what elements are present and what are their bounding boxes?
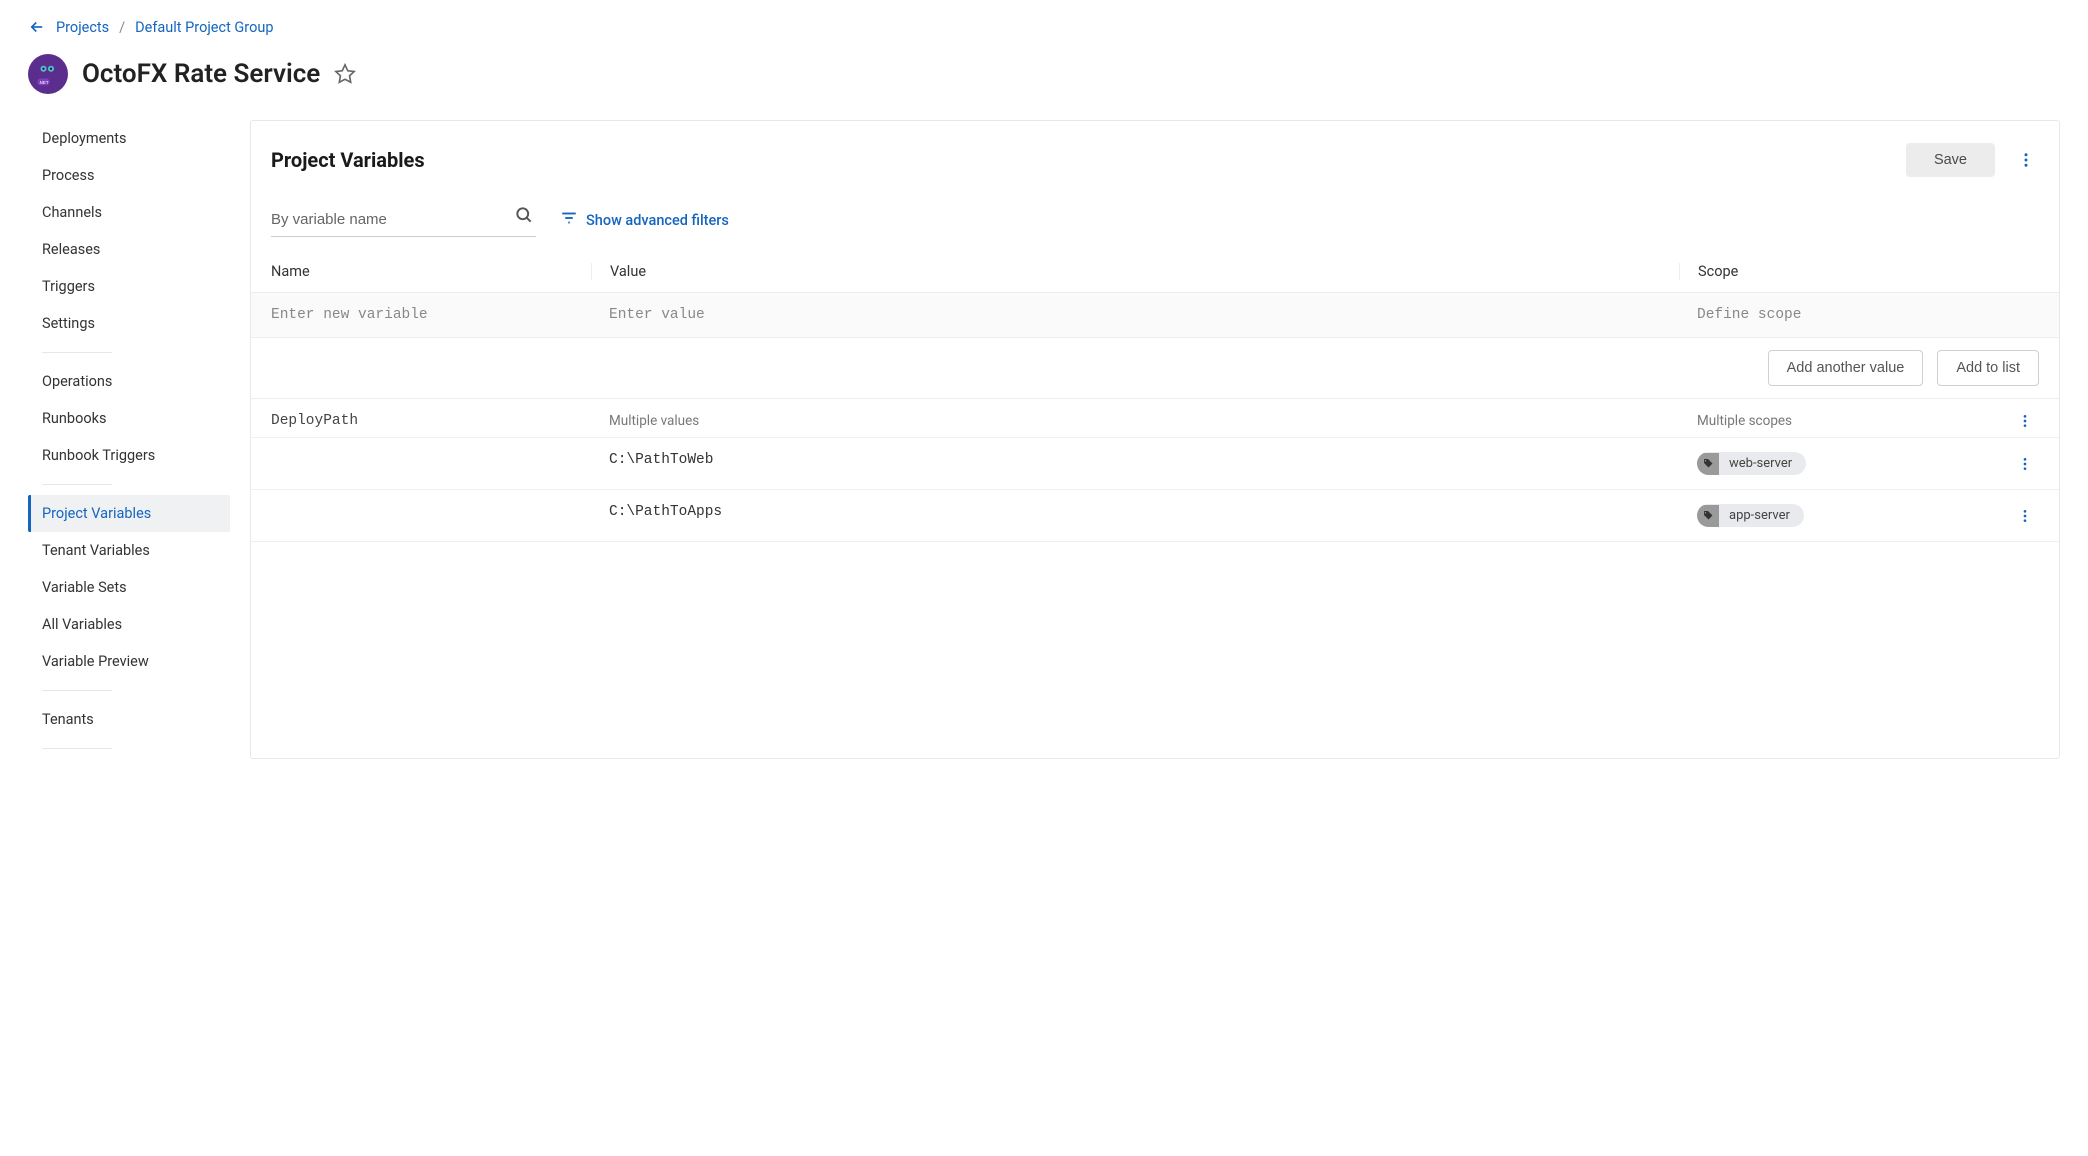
new-variable-value-input[interactable]: Enter value [591,307,1679,323]
add-another-value-button[interactable]: Add another value [1768,350,1924,386]
variable-values-summary: Multiple values [591,413,1679,429]
favorite-star-button[interactable] [334,63,356,85]
advanced-filters-label: Show advanced filters [586,212,729,229]
scope-chip-label: web-server [1719,452,1806,475]
breadcrumb-group[interactable]: Default Project Group [135,19,273,36]
sidebar-item-variable-preview[interactable]: Variable Preview [28,643,230,680]
search-icon[interactable] [514,205,534,229]
page-title: OctoFX Rate Service [82,59,320,89]
sidebar-item-deployments[interactable]: Deployments [28,120,230,157]
variable-scopes-summary: Multiple scopes [1697,413,1792,429]
sidebar-item-process[interactable]: Process [28,157,230,194]
column-header-scope: Scope [1679,263,2039,280]
new-variable-scope-input[interactable]: Define scope [1679,307,2039,323]
sidebar-divider [42,484,112,485]
sidebar-item-channels[interactable]: Channels [28,194,230,231]
variable-block: DeployPath Multiple values Multiple scop… [251,399,2059,542]
scope-chip[interactable]: web-server [1697,452,1806,475]
panel-title: Project Variables [271,148,425,172]
new-variable-row[interactable]: Enter new variable Enter value Define sc… [251,292,2059,338]
tag-icon [1697,505,1719,527]
sidebar-item-all-variables[interactable]: All Variables [28,606,230,643]
panel-overflow-menu-icon[interactable] [2013,147,2039,173]
sidebar-divider [42,748,112,749]
sidebar-item-tenants[interactable]: Tenants [28,701,230,738]
variable-value[interactable]: C:\PathToApps [591,504,1679,527]
sidebar-item-operations[interactable]: Operations [28,363,230,400]
project-logo-icon: .NET [28,54,68,94]
sidebar-item-releases[interactable]: Releases [28,231,230,268]
sidebar-item-triggers[interactable]: Triggers [28,268,230,305]
search-input[interactable] [271,203,536,237]
back-arrow-icon[interactable] [28,18,46,36]
scope-chip-label: app-server [1719,504,1804,527]
sidebar-item-runbooks[interactable]: Runbooks [28,400,230,437]
main-panel: Project Variables Save [250,120,2060,759]
column-header-name: Name [271,263,591,280]
sidebar-divider [42,690,112,691]
variable-value-row[interactable]: C:\PathToApps app-server [251,489,2059,541]
breadcrumb-projects[interactable]: Projects [56,19,109,36]
breadcrumb: Projects / Default Project Group [28,18,2060,36]
tag-icon [1697,453,1719,475]
sidebar-item-settings[interactable]: Settings [28,305,230,342]
breadcrumb-separator: / [119,19,125,36]
sidebar-item-runbook-triggers[interactable]: Runbook Triggers [28,437,230,474]
variable-value[interactable]: C:\PathToWeb [591,452,1679,475]
variable-name[interactable]: DeployPath [271,413,591,429]
svg-text:.NET: .NET [38,80,49,85]
value-row-overflow-menu-icon[interactable] [2011,508,2039,524]
project-header: .NET OctoFX Rate Service [28,54,2060,94]
sidebar-item-tenant-variables[interactable]: Tenant Variables [28,532,230,569]
scope-chip[interactable]: app-server [1697,504,1804,527]
column-header-value: Value [591,263,1679,280]
sidebar-item-variable-sets[interactable]: Variable Sets [28,569,230,606]
save-button[interactable]: Save [1906,143,1995,177]
variable-overflow-menu-icon[interactable] [2011,413,2039,429]
sidebar: Deployments Process Channels Releases Tr… [28,120,230,759]
add-to-list-button[interactable]: Add to list [1937,350,2039,386]
new-variable-name-input[interactable]: Enter new variable [271,307,591,323]
sidebar-divider [42,352,112,353]
value-row-overflow-menu-icon[interactable] [2011,456,2039,472]
show-advanced-filters-link[interactable]: Show advanced filters [560,209,729,231]
variable-value-row[interactable]: C:\PathToWeb web-server [251,437,2059,489]
filter-icon [560,209,578,231]
sidebar-item-project-variables[interactable]: Project Variables [28,495,230,532]
